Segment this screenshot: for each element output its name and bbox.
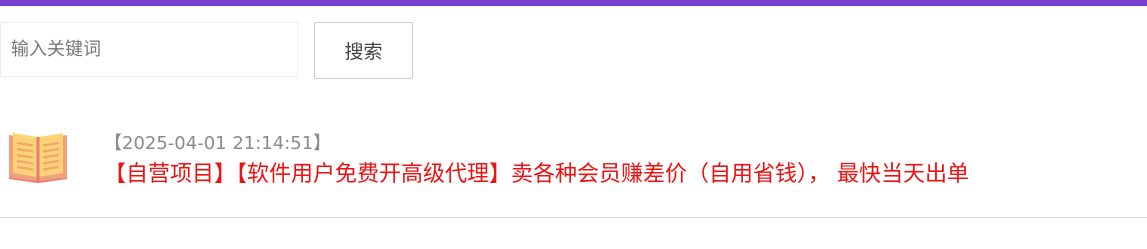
open-book-icon (9, 133, 67, 183)
post-title-link[interactable]: 【自营项目】【软件用户免费开高级代理】卖各种会员赚差价（自用省钱）， 最快当天出… (104, 156, 969, 188)
post-timestamp: 【2025-04-01 21:14:51】 (104, 133, 332, 154)
list-divider (0, 217, 1147, 218)
search-button[interactable]: 搜索 (314, 22, 413, 79)
search-input[interactable] (0, 22, 298, 77)
top-accent-bar (0, 0, 1147, 6)
